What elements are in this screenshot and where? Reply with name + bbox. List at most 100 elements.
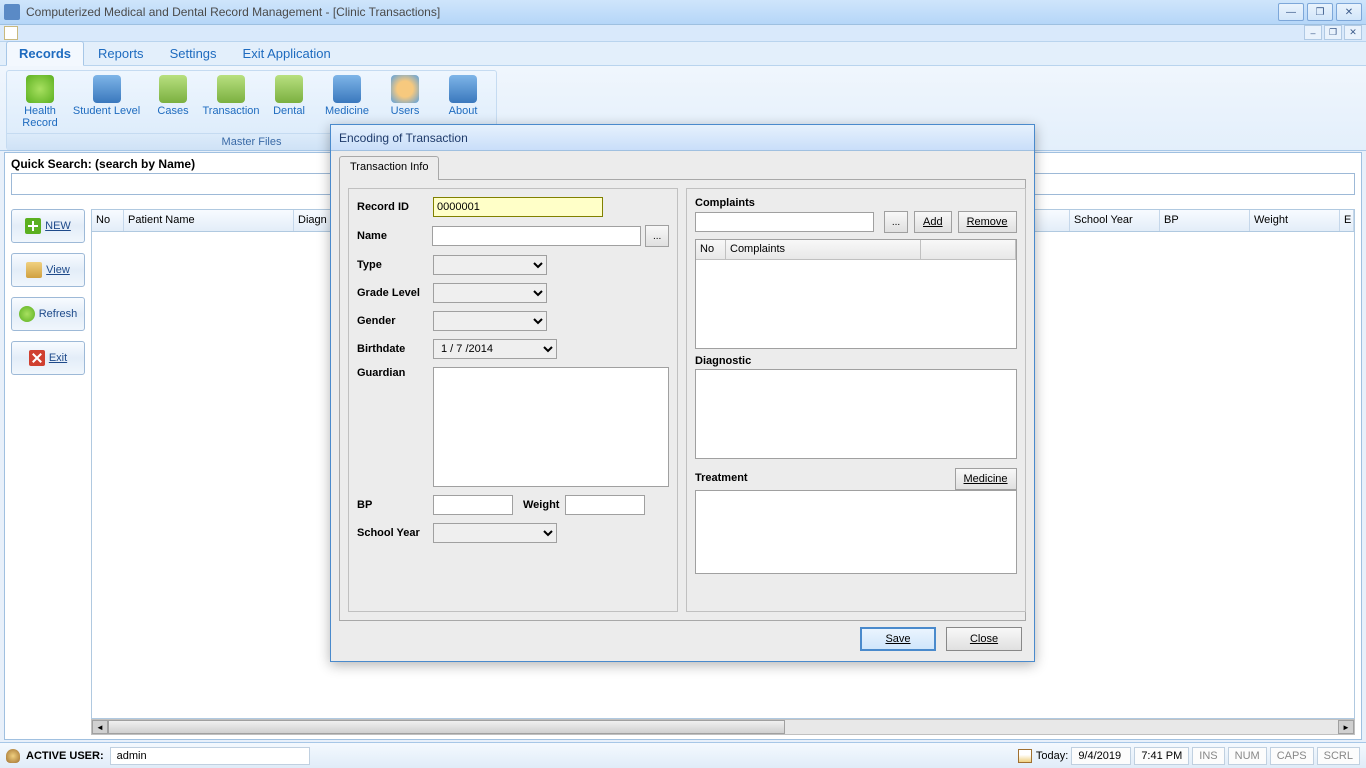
- ribbon-student-level[interactable]: Student Level: [69, 73, 144, 131]
- treatment-textarea[interactable]: [695, 490, 1017, 574]
- menu-records[interactable]: Records: [6, 41, 84, 66]
- bp-input[interactable]: [433, 495, 513, 515]
- grid-header-diagn[interactable]: Diagn: [294, 210, 334, 231]
- label-school-year: School Year: [357, 527, 433, 539]
- close-dialog-button[interactable]: Close: [946, 627, 1022, 651]
- complaints-grid[interactable]: No Complaints: [695, 239, 1017, 349]
- status-time: 7:41 PM: [1134, 747, 1189, 765]
- ribbon-medicine[interactable]: Medicine: [318, 73, 376, 131]
- grade-level-select[interactable]: [433, 283, 547, 303]
- close-button[interactable]: ✕: [1336, 3, 1362, 21]
- label-gender: Gender: [357, 315, 433, 327]
- calendar-icon: [1018, 749, 1032, 763]
- label-weight: Weight: [523, 499, 559, 511]
- cube-icon: [217, 75, 245, 103]
- complaints-grid-header-complaints[interactable]: Complaints: [726, 240, 921, 259]
- view-button[interactable]: View: [11, 253, 85, 287]
- name-browse-button[interactable]: ...: [645, 225, 669, 247]
- maximize-button[interactable]: ❐: [1307, 3, 1333, 21]
- document-icon: [4, 26, 18, 40]
- gender-select[interactable]: [433, 311, 547, 331]
- ribbon-health-record[interactable]: Health Record: [11, 73, 69, 131]
- status-num: NUM: [1228, 747, 1267, 765]
- tab-content: Record ID Name ... Type Grade Level: [339, 179, 1026, 621]
- label-diagnostic: Diagnostic: [695, 355, 1017, 367]
- titlebar: Computerized Medical and Dental Record M…: [0, 0, 1366, 25]
- school-year-select[interactable]: [433, 523, 557, 543]
- statusbar: ACTIVE USER: admin Today: 9/4/2019 7:41 …: [0, 742, 1366, 768]
- medicine-icon: [333, 75, 361, 103]
- complaint-browse-button[interactable]: ...: [884, 211, 908, 233]
- menu-exit-application[interactable]: Exit Application: [231, 42, 343, 65]
- label-complaints: Complaints: [695, 197, 1017, 209]
- exit-button[interactable]: Exit: [11, 341, 85, 375]
- window-title: Computerized Medical and Dental Record M…: [26, 5, 1278, 19]
- ribbon-cases[interactable]: Cases: [144, 73, 202, 131]
- ribbon-dental[interactable]: Dental: [260, 73, 318, 131]
- refresh-icon: [19, 306, 35, 322]
- label-treatment: Treatment: [695, 472, 748, 484]
- app-icon: [4, 4, 20, 20]
- ribbon-transaction[interactable]: Transaction: [202, 73, 260, 131]
- scroll-right-button[interactable]: ►: [1338, 720, 1354, 734]
- diagnostic-textarea[interactable]: [695, 369, 1017, 459]
- today-label: Today:: [1036, 750, 1068, 762]
- mdi-close-button[interactable]: ✕: [1344, 25, 1362, 40]
- name-input[interactable]: [432, 226, 641, 246]
- about-icon: [449, 75, 477, 103]
- type-select[interactable]: [433, 255, 547, 275]
- new-button[interactable]: NEW: [11, 209, 85, 243]
- cube-icon: [159, 75, 187, 103]
- menu-settings[interactable]: Settings: [158, 42, 229, 65]
- encoding-transaction-dialog: Encoding of Transaction Transaction Info…: [330, 124, 1035, 662]
- ribbon-users[interactable]: Users: [376, 73, 434, 131]
- label-record-id: Record ID: [357, 201, 433, 213]
- guardian-textarea[interactable]: [433, 367, 669, 487]
- label-guardian: Guardian: [357, 367, 433, 379]
- status-date: 9/4/2019: [1071, 747, 1131, 765]
- dialog-title: Encoding of Transaction: [331, 125, 1034, 151]
- grid-header-school-year[interactable]: School Year: [1070, 210, 1160, 231]
- menu-reports[interactable]: Reports: [86, 42, 156, 65]
- mdi-restore-button[interactable]: ❐: [1324, 25, 1342, 40]
- tab-transaction-info[interactable]: Transaction Info: [339, 156, 439, 180]
- grid-header-no[interactable]: No: [92, 210, 124, 231]
- dialog-footer: Save Close: [860, 627, 1022, 651]
- dialog-tabs: Transaction Info: [339, 155, 1026, 179]
- grid-header-patient-name[interactable]: Patient Name: [124, 210, 294, 231]
- weight-input[interactable]: [565, 495, 645, 515]
- scroll-thumb[interactable]: [108, 720, 785, 734]
- complaint-input[interactable]: [695, 212, 874, 232]
- mdi-minimize-button[interactable]: –: [1304, 25, 1322, 40]
- refresh-button[interactable]: Refresh: [11, 297, 85, 331]
- record-id-input[interactable]: [433, 197, 603, 217]
- grid-header-weight[interactable]: Weight: [1250, 210, 1340, 231]
- complaints-grid-header-no[interactable]: No: [696, 240, 726, 259]
- scroll-track[interactable]: [108, 720, 1338, 734]
- view-icon: [26, 262, 42, 278]
- search-icon: [26, 75, 54, 103]
- plus-icon: [25, 218, 41, 234]
- status-scrl: SCRL: [1317, 747, 1360, 765]
- users-icon: [391, 75, 419, 103]
- remove-complaint-button[interactable]: Remove: [958, 211, 1017, 233]
- minimize-button[interactable]: —: [1278, 3, 1304, 21]
- label-grade-level: Grade Level: [357, 287, 433, 299]
- grid-header-bp[interactable]: BP: [1160, 210, 1250, 231]
- add-complaint-button[interactable]: Add: [914, 211, 952, 233]
- ribbon-about[interactable]: About: [434, 73, 492, 131]
- medicine-button[interactable]: Medicine: [955, 468, 1017, 490]
- cube-icon: [275, 75, 303, 103]
- label-birthdate: Birthdate: [357, 343, 433, 355]
- complaints-grid-header-empty: [921, 240, 1016, 259]
- grid-horizontal-scrollbar[interactable]: ◄ ►: [91, 719, 1355, 735]
- active-user-value: admin: [110, 747, 310, 765]
- scroll-left-button[interactable]: ◄: [92, 720, 108, 734]
- grid-header-extra[interactable]: E: [1340, 210, 1354, 231]
- birthdate-picker[interactable]: 1 / 7 /2014: [433, 339, 557, 359]
- book-icon: [93, 75, 121, 103]
- status-caps: CAPS: [1270, 747, 1314, 765]
- save-button[interactable]: Save: [860, 627, 936, 651]
- user-icon: [6, 749, 20, 763]
- label-bp: BP: [357, 499, 433, 511]
